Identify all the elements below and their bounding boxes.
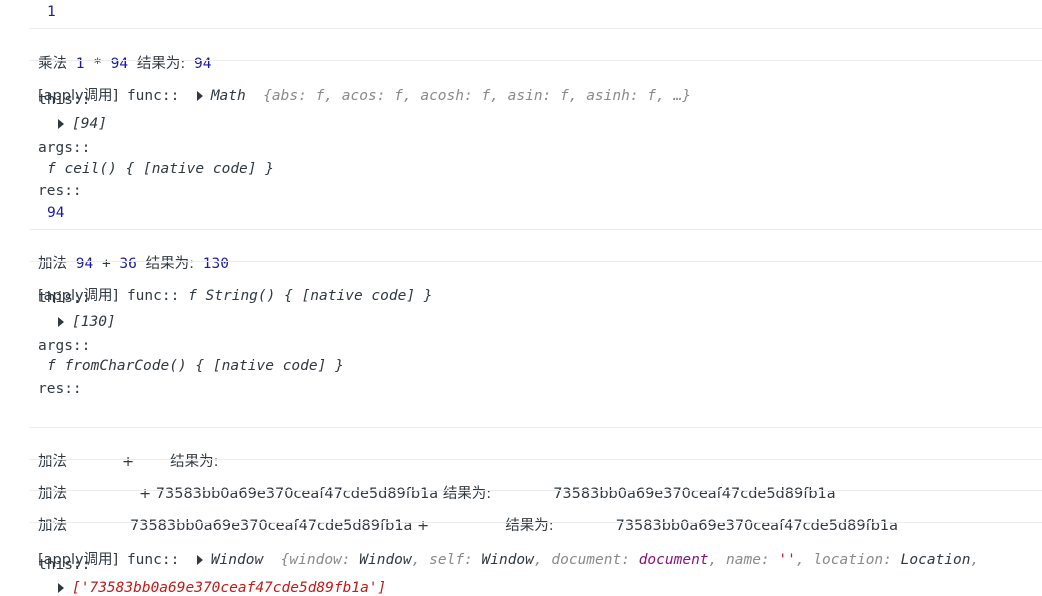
apply1-args-label: args:: — [38, 140, 91, 156]
apply1-func-line: [apply调用] func:: Math {abs: f, acos: f, … — [38, 68, 691, 105]
preview-value: Window — [359, 552, 412, 568]
apply2-func-label: func:: — [126, 288, 180, 304]
preview-value: '' — [778, 552, 796, 568]
preview-key: self — [429, 552, 465, 568]
log-value-1: 1 — [47, 4, 56, 20]
apply2-func-value[interactable]: f String() { [native code] } — [188, 288, 432, 304]
apply1-expand[interactable]: Math — [196, 88, 246, 104]
apply2-args-label: args:: — [38, 338, 91, 354]
apply1-obj-preview: {abs: f, acos: f, acosh: f, asin: f, asi… — [263, 88, 691, 104]
apply1-func-label: func:: — [126, 88, 180, 104]
apply2-this-value[interactable]: [130] — [58, 314, 116, 330]
apply1-res-value: 94 — [47, 205, 65, 221]
log-separator — [30, 459, 1042, 460]
expand-triangle-icon[interactable] — [196, 91, 203, 101]
preview-value: Window — [481, 552, 534, 568]
expand-triangle-icon[interactable] — [58, 583, 64, 593]
log-separator — [30, 490, 1042, 491]
apply1-res-label: res:: — [38, 183, 82, 199]
preview-key: document — [551, 552, 622, 568]
apply2-this-label: this:: — [38, 290, 91, 306]
preview-key: window — [289, 552, 342, 568]
preview-value: Location — [900, 552, 971, 568]
apply1-args-value[interactable]: f ceil() { [native code] } — [47, 161, 274, 177]
preview-key: name — [726, 552, 761, 568]
apply3-func-label: func:: — [126, 552, 180, 568]
apply2-args-value[interactable]: f fromCharCode() { [native code] } — [47, 358, 344, 374]
log-separator — [30, 522, 1042, 523]
apply2-res-label: res:: — [38, 381, 82, 397]
apply2-func-line: [apply调用] func:: f String() { [native co… — [38, 268, 433, 305]
log-separator — [30, 229, 1042, 230]
apply3-this-label: this:: — [38, 557, 91, 573]
apply3-this-value[interactable]: ['73583bb0a69e370ceaf47cde5d89fb1a'] — [58, 580, 386, 596]
apply1-this-value[interactable]: [94] — [58, 116, 107, 132]
apply3-obj-name: Window — [210, 552, 264, 568]
apply3-expand[interactable]: Window — [196, 552, 264, 568]
apply3-this-array: ['73583bb0a69e370ceaf47cde5d89fb1a'] — [72, 580, 387, 596]
preview-key: location — [813, 552, 884, 568]
apply3-func-line: [apply调用] func:: Window {window: Window,… — [38, 552, 980, 568]
log-add-4: 加法 73583bb0a69e370ceaf47cde5d89fb1a + 结果为:… — [38, 498, 898, 535]
log-separator — [30, 261, 1042, 262]
expand-triangle-icon[interactable] — [58, 119, 64, 129]
log-separator — [30, 427, 1042, 428]
log-separator — [30, 28, 1042, 29]
expand-triangle-icon[interactable] — [58, 317, 64, 327]
log-separator — [30, 60, 1042, 61]
apply2-this-array: [130] — [72, 314, 116, 330]
apply1-obj-name: Math — [210, 88, 246, 104]
apply1-this-label: this:: — [38, 92, 91, 108]
preview-value: document — [638, 552, 709, 568]
apply1-this-array: [94] — [72, 116, 107, 132]
expand-triangle-icon[interactable] — [196, 555, 203, 565]
